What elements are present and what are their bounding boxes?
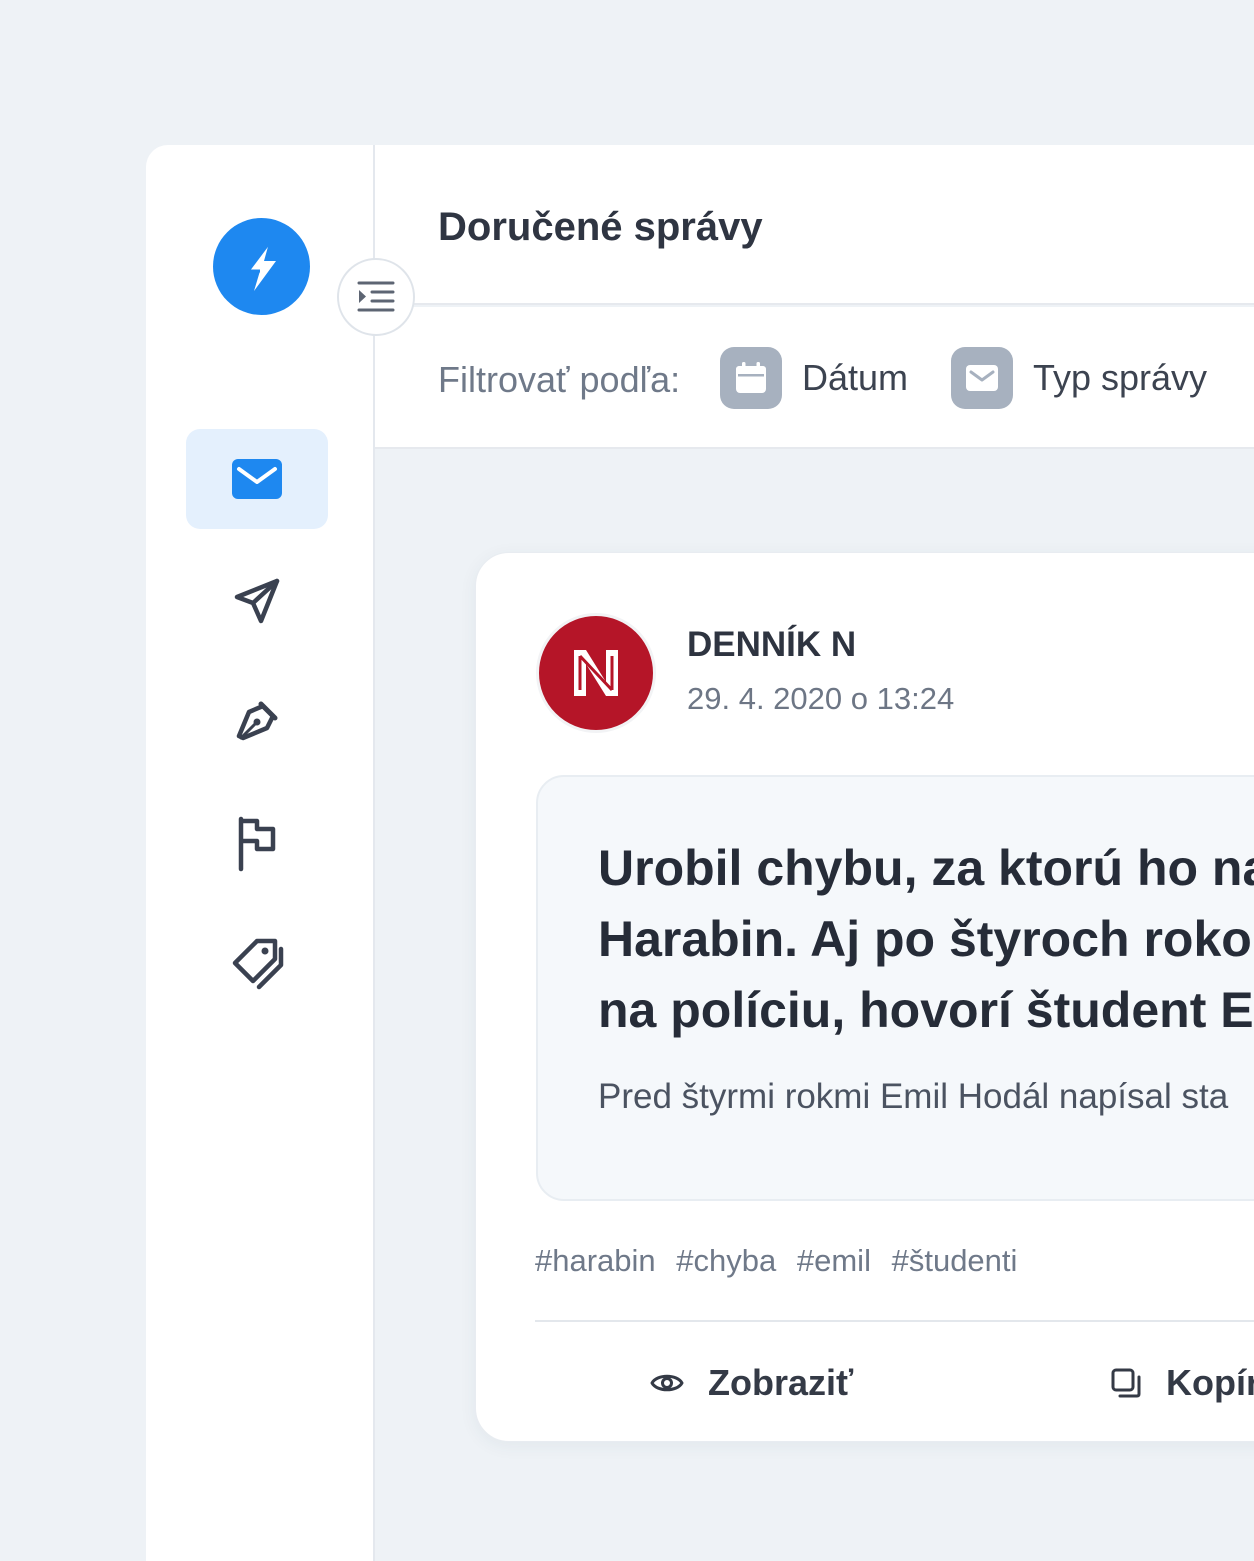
tag-link[interactable]: #študenti [892,1243,1018,1278]
sidebar-item-inbox[interactable] [186,429,328,529]
filter-bar: Filtrovať podľa: Dátum Typ správy [375,307,1254,449]
sender-avatar [536,613,656,733]
message-tags: #harabin #chyba #emil #študenti [535,1243,1029,1279]
sidebar-item-tags[interactable] [186,915,328,1015]
main-content: Doručené správy Filtrovať podľa: Dátum T… [375,145,1254,1561]
message-date: 29. 4. 2020 o 13:24 [687,681,955,716]
headline-line: Harabin. Aj po štyroch roko [598,911,1252,967]
sidebar-item-sent[interactable] [186,551,328,651]
page-header: Doručené správy [375,145,1254,305]
page-title: Doručené správy [438,205,763,249]
copy-button-label: Kopír [1166,1362,1254,1403]
tag-link[interactable]: #harabin [535,1243,656,1278]
envelope-icon [232,459,282,499]
copy-icon [1111,1368,1141,1398]
copy-button[interactable]: Kopír [1110,1358,1254,1408]
sidebar-item-drafts[interactable] [186,672,328,772]
filter-type-label: Typ správy [1033,357,1208,398]
app-window: Doručené správy Filtrovať podľa: Dátum T… [146,145,1254,1561]
message-excerpt: Pred štyrmi rokmi Emil Hodál napísal sta [598,1077,1229,1116]
headline-line: Urobil chybu, za ktorú ho na [598,840,1254,896]
sender-name: DENNÍK N [687,625,857,664]
sidebar-collapse-button[interactable] [337,258,415,336]
paper-plane-icon [234,578,280,624]
card-divider [535,1320,1254,1322]
dennik-n-logo [574,650,618,696]
tags-icon [232,938,284,990]
sidebar-item-flagged[interactable] [186,793,328,893]
message-preview[interactable]: Urobil chybu, za ktorú ho na Harabin. Aj… [536,775,1254,1201]
filter-date-label: Dátum [802,357,909,398]
sidebar [146,145,375,1561]
pen-nib-icon [236,701,278,741]
message-card: DENNÍK N 29. 4. 2020 o 13:24 Urobil chyb… [475,552,1254,1442]
envelope-icon [951,347,1013,409]
filter-type-button[interactable]: Typ správy [951,347,1207,409]
message-headline: Urobil chybu, za ktorú ho na Harabin. Aj… [598,833,1254,1046]
filter-label: Filtrovať podľa: [438,359,681,400]
flag-icon [238,816,276,872]
app-logo[interactable] [213,218,310,315]
tag-link[interactable]: #chyba [676,1243,776,1278]
indent-icon [357,281,395,312]
lightning-bolt-icon [246,241,276,291]
view-button-label: Zobraziť [708,1362,854,1403]
filter-date-button[interactable]: Dátum [720,347,908,409]
view-button[interactable]: Zobraziť [650,1358,853,1408]
eye-icon [650,1374,684,1392]
tag-link[interactable]: #emil [797,1243,871,1278]
headline-line: na políciu, hovorí študent E [598,982,1254,1038]
calendar-icon [720,347,782,409]
